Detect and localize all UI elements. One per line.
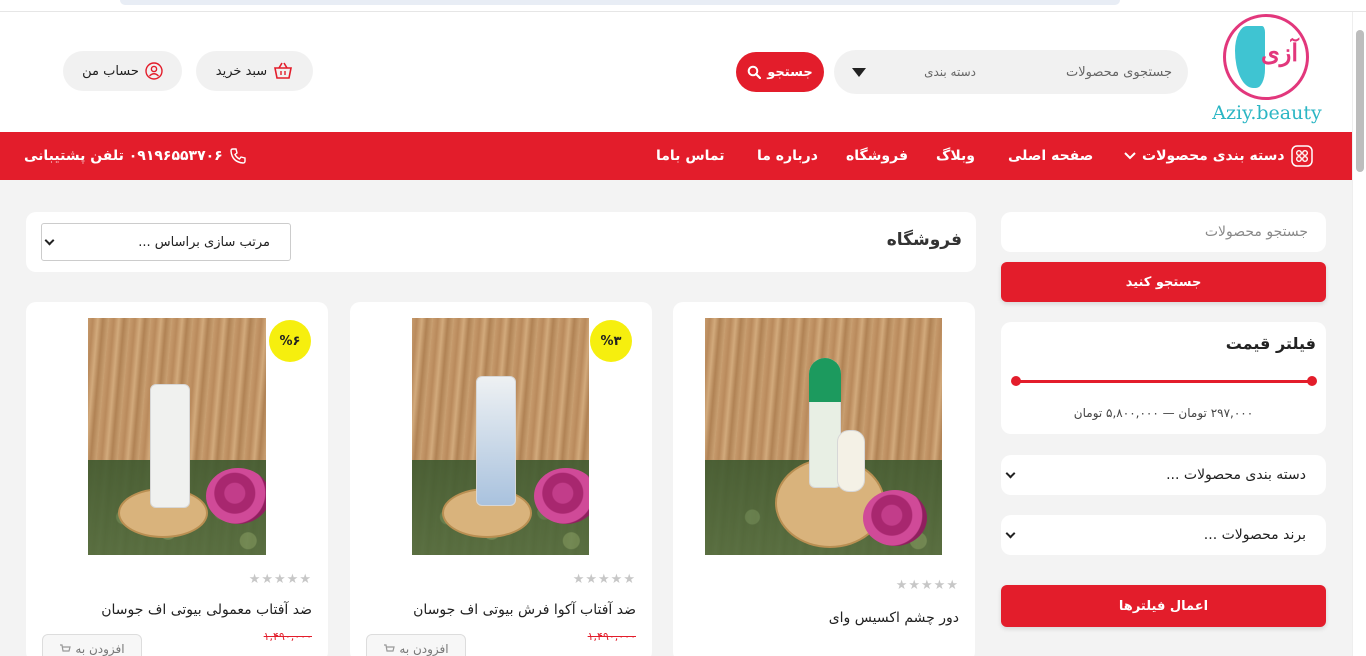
logo-text: Aziy.beauty	[1212, 102, 1322, 124]
rating-stars: ★★★★★	[895, 578, 959, 593]
product-card[interactable]: ★★★★★ دور چشم اکسیس وای	[673, 302, 975, 656]
grid-icon	[1290, 145, 1313, 167]
category-select-label: دسته بندی	[924, 65, 976, 79]
site-logo[interactable]: آزی Aziy.beauty	[1205, 14, 1325, 129]
main-navbar: دسته بندی محصولات صفحه اصلی وبلاگ فروشگا…	[0, 132, 1352, 180]
product-image[interactable]	[705, 318, 942, 555]
basket-icon	[274, 62, 293, 79]
account-label: حساب من	[82, 63, 139, 79]
chevron-down-icon	[1124, 152, 1136, 160]
price-filter-title: فیلتر قیمت	[1225, 334, 1316, 353]
add-to-cart-label: افزودن به	[75, 642, 125, 656]
product-image[interactable]	[412, 318, 589, 555]
product-card[interactable]: %۶ ★★★★★ ضد آفتاب معمولی بیوتی اف جوسان …	[26, 302, 328, 656]
user-icon	[145, 62, 163, 80]
support-phone[interactable]: ۰۹۱۹۶۵۵۳۷۰۶ تلفن پشتیبانی	[24, 132, 247, 180]
cart-icon	[384, 643, 396, 652]
nav-item-contact[interactable]: تماس باما	[656, 132, 725, 180]
sort-select-label: مرتب سازی براساس ...	[138, 234, 270, 250]
phone-icon	[230, 148, 246, 164]
sidebar-search	[1001, 212, 1326, 252]
account-button[interactable]: حساب من	[63, 51, 182, 91]
apply-filters-button[interactable]: اعمال فیلترها	[1001, 585, 1326, 627]
add-to-cart-button[interactable]: افزودن به	[42, 634, 142, 656]
product-name[interactable]: دور چشم اکسیس وای	[829, 610, 959, 626]
category-filter-label: دسته بندی محصولات ...	[1166, 467, 1306, 483]
nav-blog-label: وبلاگ	[936, 148, 975, 164]
header-search-button[interactable]: جستجو	[736, 52, 824, 92]
nav-contact-label: تماس باما	[656, 148, 725, 164]
header-search-button-label: جستجو	[767, 64, 813, 80]
chevron-down-icon	[1005, 468, 1016, 478]
old-price: ۱,۴۹۰,۰۰۰	[263, 630, 312, 643]
add-to-cart-button[interactable]: افزودن به	[366, 634, 466, 656]
chevron-down-icon	[1005, 528, 1016, 538]
header-search-input[interactable]	[984, 50, 1180, 94]
nav-categories-label: دسته بندی محصولات	[1142, 148, 1285, 164]
cart-icon	[60, 643, 72, 652]
price-slider-max-handle[interactable]	[1307, 376, 1317, 386]
brand-filter-dropdown[interactable]: برند محصولات ...	[1001, 515, 1326, 555]
price-slider-min-handle[interactable]	[1011, 376, 1021, 386]
sidebar-search-input[interactable]	[1001, 212, 1326, 252]
search-icon	[747, 65, 762, 79]
old-price: ۱,۴۹۰,۰۰۰	[587, 630, 636, 643]
chevron-down-icon	[44, 235, 55, 245]
scrollbar-thumb[interactable]	[1356, 30, 1364, 172]
product-name[interactable]: ضد آفتاب معمولی بیوتی اف جوسان	[101, 602, 312, 618]
product-image[interactable]	[88, 318, 266, 555]
browser-top-strip	[0, 0, 1366, 12]
nav-shop-label: فروشگاه	[846, 148, 909, 164]
nav-item-home[interactable]: صفحه اصلی	[1008, 132, 1093, 180]
product-card[interactable]: %۳ ★★★★★ ضد آفتاب آکوا فرش بیوتی اف جوسا…	[350, 302, 652, 656]
price-filter: فیلتر قیمت ۲۹۷,۰۰۰ تومان — ۵,۸۰۰,۰۰۰ توم…	[1001, 322, 1326, 434]
add-to-cart-label: افزودن به	[399, 642, 449, 656]
nav-about-label: درباره ما	[757, 148, 818, 164]
rating-stars: ★★★★★	[572, 572, 636, 587]
nav-item-about[interactable]: درباره ما	[757, 132, 818, 180]
caret-down-icon	[852, 67, 866, 77]
page-title: فروشگاه	[886, 230, 962, 250]
price-range-text: ۲۹۷,۰۰۰ تومان — ۵,۸۰۰,۰۰۰ تومان	[1073, 406, 1254, 420]
nav-home-label: صفحه اصلی	[1008, 148, 1094, 164]
brand-filter-label: برند محصولات ...	[1203, 527, 1306, 543]
cart-button[interactable]: سبد خرید	[196, 51, 313, 91]
sidebar-search-button-label: جستجو کنید	[1125, 274, 1202, 290]
header-search-box: دسته بندی	[834, 50, 1188, 94]
nav-item-categories[interactable]: دسته بندی محصولات	[1124, 132, 1313, 180]
sort-select[interactable]: مرتب سازی براساس ...	[41, 223, 291, 261]
browser-address-edge	[120, 0, 1120, 5]
discount-badge: %۳	[590, 320, 632, 362]
cart-label: سبد خرید	[215, 63, 268, 79]
product-name[interactable]: ضد آفتاب آکوا فرش بیوتی اف جوسان	[413, 602, 636, 618]
shop-header: فروشگاه مرتب سازی براساس ...	[26, 212, 976, 272]
nav-item-shop[interactable]: فروشگاه	[846, 132, 908, 180]
logo-script: آزی	[1261, 38, 1299, 67]
category-filter-dropdown[interactable]: دسته بندی محصولات ...	[1001, 455, 1326, 495]
category-select[interactable]: دسته بندی	[844, 50, 984, 94]
apply-filters-label: اعمال فیلترها	[1118, 598, 1209, 614]
rating-stars: ★★★★★	[248, 572, 312, 587]
price-slider-track[interactable]	[1015, 380, 1313, 383]
support-phone-label: ۰۹۱۹۶۵۵۳۷۰۶ تلفن پشتیبانی	[24, 148, 223, 164]
page-scrollbar[interactable]	[1352, 12, 1366, 656]
site-header: آزی Aziy.beauty دسته بندی جستجو سبد خرید…	[0, 12, 1352, 132]
sidebar-search-button[interactable]: جستجو کنید	[1001, 262, 1326, 302]
nav-item-blog[interactable]: وبلاگ	[936, 132, 975, 180]
discount-badge: %۶	[269, 320, 311, 362]
